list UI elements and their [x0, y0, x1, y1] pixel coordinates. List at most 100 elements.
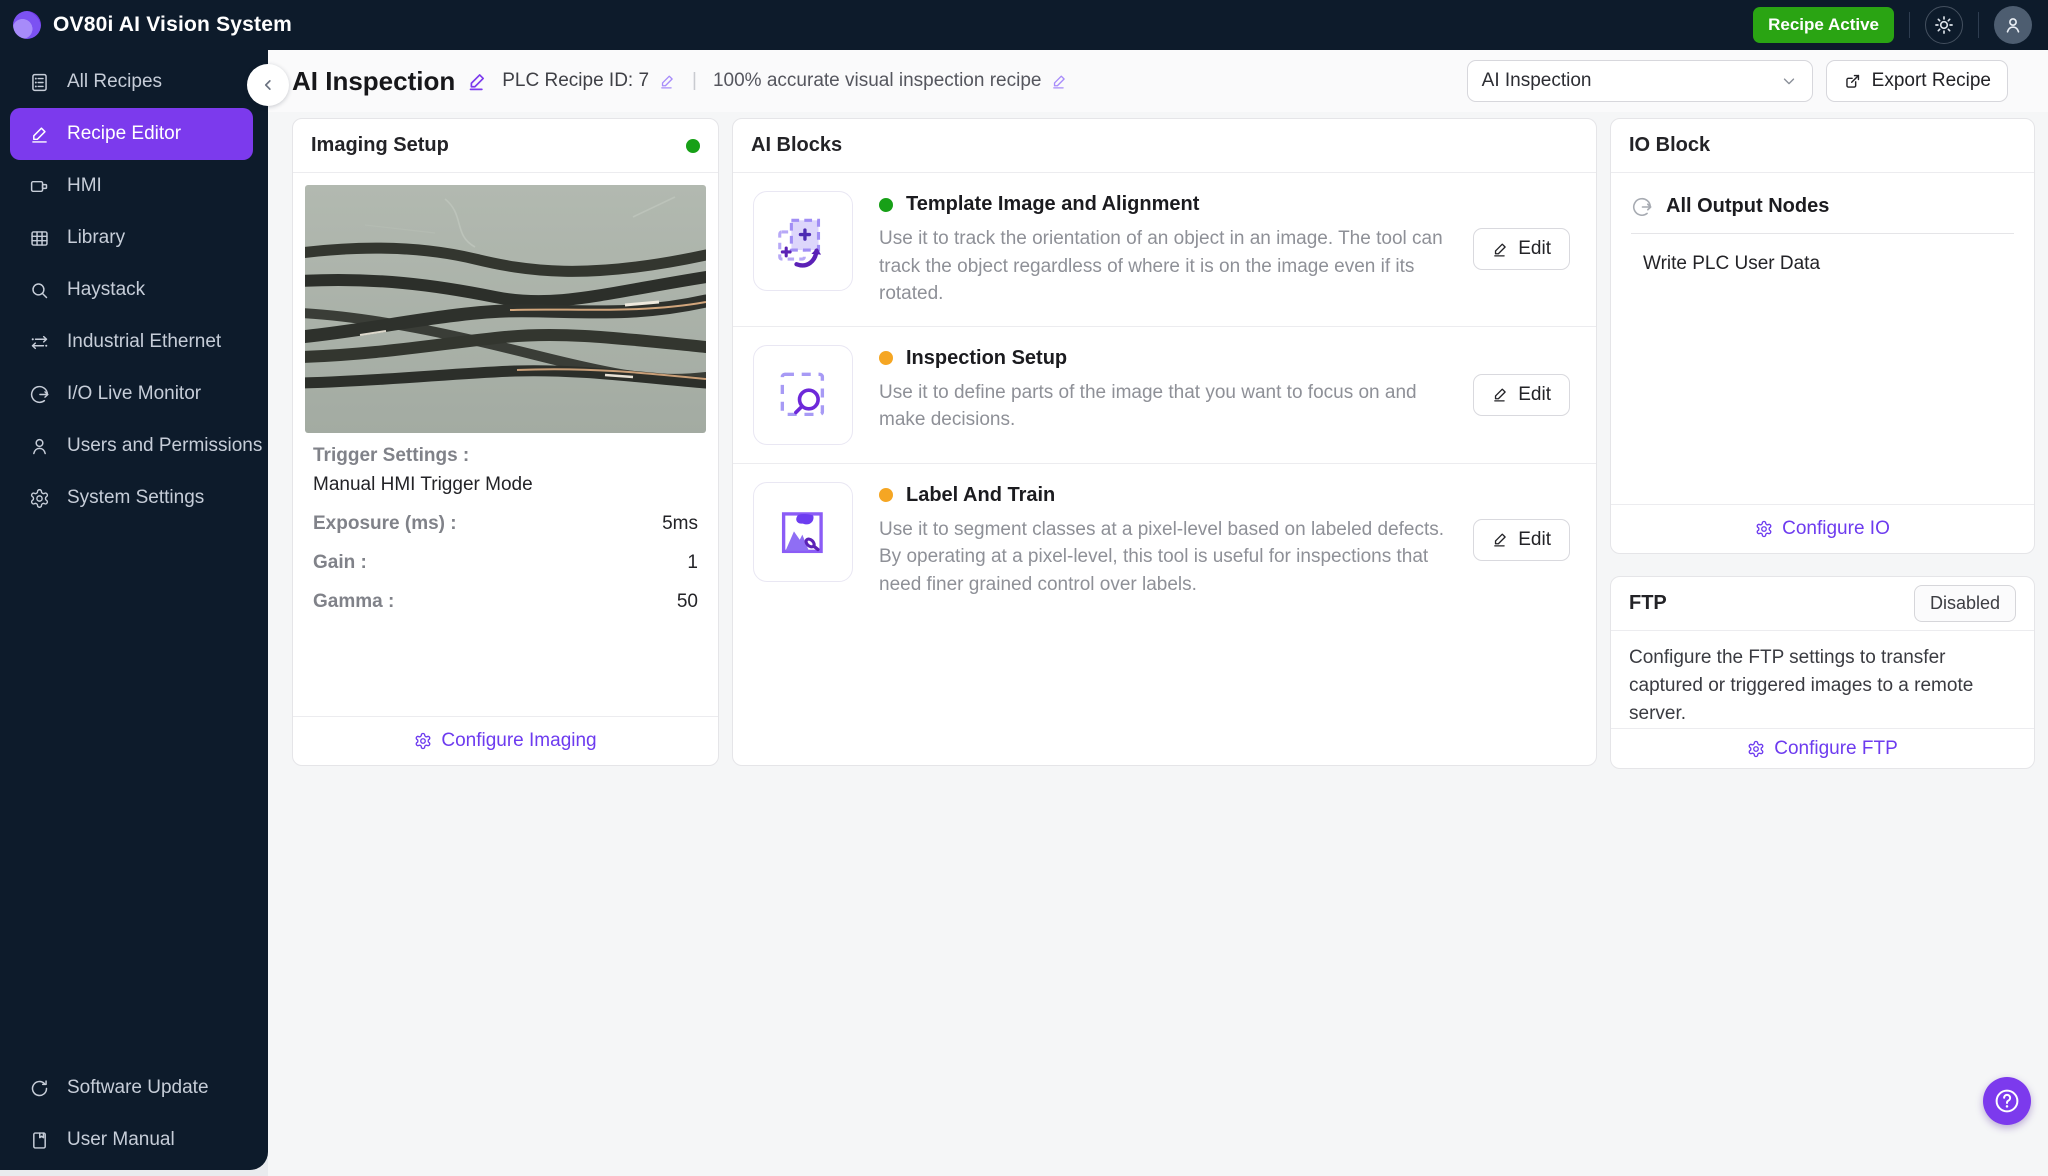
sidebar-item-label: All Recipes: [67, 71, 163, 92]
export-icon: [1845, 74, 1859, 88]
sidebar-item-industrial-ethernet[interactable]: Industrial Ethernet: [0, 316, 268, 368]
setting-row: Gain : 1: [313, 552, 698, 574]
edit-label: Edit: [1518, 238, 1551, 260]
sidebar-item-users-permissions[interactable]: Users and Permissions: [0, 420, 268, 472]
help-button[interactable]: [1983, 1077, 2031, 1125]
manual-book-icon: [33, 1131, 46, 1149]
configure-io-link[interactable]: Configure IO: [1611, 504, 2034, 553]
search-icon: [32, 282, 48, 298]
sidebar-item-label: Software Update: [67, 1077, 209, 1098]
recipes-list-icon: [32, 73, 47, 91]
plc-recipe-id: PLC Recipe ID: 7: [502, 70, 650, 91]
sidebar-item-user-manual[interactable]: User Manual: [0, 1114, 268, 1166]
block-description: Use it to segment classes at a pixel-lev…: [879, 518, 1445, 595]
gain-label: Gain :: [313, 552, 367, 573]
page-header: AI Inspection PLC Recipe ID: 7 | 100% ac…: [268, 50, 2048, 112]
inspection-setup-icon: [753, 344, 853, 445]
sidebar-item-label: User Manual: [67, 1129, 175, 1150]
user-icon: [33, 438, 46, 454]
configure-imaging-link[interactable]: Configure Imaging: [293, 716, 718, 765]
main-content: AI Inspection PLC Recipe ID: 7 | 100% ac…: [268, 50, 2048, 1176]
edit-inspection-setup-button[interactable]: Edit: [1473, 373, 1570, 416]
edit-title-icon[interactable]: [467, 71, 488, 92]
person-icon: [2006, 18, 2020, 33]
captured-wires-image: [305, 185, 706, 433]
user-avatar[interactable]: [1994, 6, 2032, 44]
block-title: Label And Train: [906, 483, 1056, 506]
block-title: Template Image and Alignment: [906, 193, 1200, 215]
gear-icon: [415, 732, 431, 750]
sidebar-item-software-update[interactable]: Software Update: [0, 1062, 268, 1114]
sidebar-item-system-settings[interactable]: System Settings: [0, 472, 268, 524]
divider: [1631, 233, 2014, 234]
output-node-item[interactable]: Write PLC User Data: [1643, 253, 2014, 275]
pencil-icon: [32, 126, 47, 143]
edit-subtitle-icon[interactable]: [1051, 73, 1068, 90]
export-recipe-button[interactable]: Export Recipe: [1825, 60, 2008, 102]
edit-template-alignment-button[interactable]: Edit: [1473, 228, 1570, 271]
recipe-selector-value: AI Inspection: [1481, 70, 1592, 91]
ftp-title: FTP: [1629, 592, 1667, 614]
hmi-display-icon: [30, 180, 48, 192]
io-circle-arrow-icon: [30, 385, 49, 403]
sidebar-item-haystack[interactable]: Haystack: [0, 264, 268, 316]
theme-toggle-button[interactable]: [1925, 6, 1963, 44]
sidebar-item-label: System Settings: [67, 487, 205, 508]
header-separator: |: [692, 70, 697, 91]
imaging-status-dot: [686, 138, 700, 153]
gear-icon: [1748, 740, 1764, 757]
recipe-selector-dropdown[interactable]: AI Inspection: [1466, 60, 1813, 102]
exposure-label: Exposure (ms) :: [313, 513, 457, 534]
sidebar-item-io-live-monitor[interactable]: I/O Live Monitor: [0, 368, 268, 420]
sidebar-item-recipe-editor[interactable]: Recipe Editor: [10, 108, 253, 160]
gear-icon: [1756, 520, 1772, 538]
trigger-settings-label: Trigger Settings :: [313, 445, 470, 466]
gain-value: 1: [687, 552, 698, 573]
configure-ftp-label: Configure FTP: [1774, 737, 1898, 759]
app-logo-icon: [13, 11, 41, 39]
gear-icon: [30, 488, 49, 508]
edit-label: Edit: [1518, 528, 1551, 550]
divider: [1978, 12, 1979, 38]
ai-block-template-alignment: Template Image and Alignment Use it to t…: [733, 173, 1596, 327]
gamma-value: 50: [676, 591, 698, 612]
page-title: AI Inspection: [292, 65, 456, 96]
edit-label-and-train-button[interactable]: Edit: [1473, 518, 1570, 561]
sidebar: All Recipes Recipe Editor HMI Library Ha…: [0, 50, 268, 1170]
sidebar-footer: Software Update User Manual: [0, 1062, 268, 1170]
recipe-active-badge: Recipe Active: [1753, 7, 1894, 43]
sidebar-item-label: Library: [67, 227, 126, 248]
recipe-subtitle: 100% accurate visual inspection recipe: [712, 70, 1042, 91]
ai-blocks-card: AI Blocks Template Image and Alignment U…: [732, 118, 1597, 766]
configure-io-label: Configure IO: [1782, 518, 1890, 539]
sidebar-item-label: Industrial Ethernet: [67, 331, 222, 352]
sidebar-item-library[interactable]: Library: [0, 212, 268, 264]
trigger-settings-section: Trigger Settings : Manual HMI Trigger Mo…: [305, 433, 706, 613]
label-and-train-icon: [753, 481, 853, 582]
pencil-icon: [1494, 243, 1507, 257]
sidebar-item-hmi[interactable]: HMI: [0, 160, 268, 212]
imaging-setup-title: Imaging Setup: [311, 134, 449, 156]
ftp-card: FTP Disabled Configure the FTP settings …: [1610, 576, 2035, 769]
edit-label: Edit: [1518, 383, 1551, 405]
exposure-value: 5ms: [662, 513, 698, 534]
configure-imaging-label: Configure Imaging: [441, 730, 597, 751]
sidebar-item-all-recipes[interactable]: All Recipes: [0, 56, 268, 108]
setting-row: Exposure (ms) : 5ms: [313, 513, 698, 535]
io-block-card: IO Block All Output Nodes Write PLC User…: [1610, 118, 2035, 554]
block-title: Inspection Setup: [906, 346, 1068, 369]
ftp-description: Configure the FTP settings to transfer c…: [1629, 647, 1974, 724]
trigger-mode-value: Manual HMI Trigger Mode: [313, 474, 533, 495]
ftp-status-badge[interactable]: Disabled: [1913, 585, 2016, 622]
divider: [1909, 12, 1910, 38]
setting-row: Gamma : 50: [313, 591, 698, 613]
sidebar-item-label: HMI: [67, 175, 102, 196]
block-status-dot: [879, 197, 893, 212]
configure-ftp-link[interactable]: Configure FTP: [1611, 728, 2034, 768]
sidebar-item-label: Recipe Editor: [67, 123, 182, 144]
export-label: Export Recipe: [1871, 70, 1991, 91]
imaging-setup-card: Imaging Setup Trigger Settings: Manual …: [292, 118, 719, 766]
edit-plc-id-icon[interactable]: [659, 73, 676, 90]
sidebar-item-label: Haystack: [67, 279, 146, 300]
sidebar-collapse-button[interactable]: [247, 64, 289, 106]
